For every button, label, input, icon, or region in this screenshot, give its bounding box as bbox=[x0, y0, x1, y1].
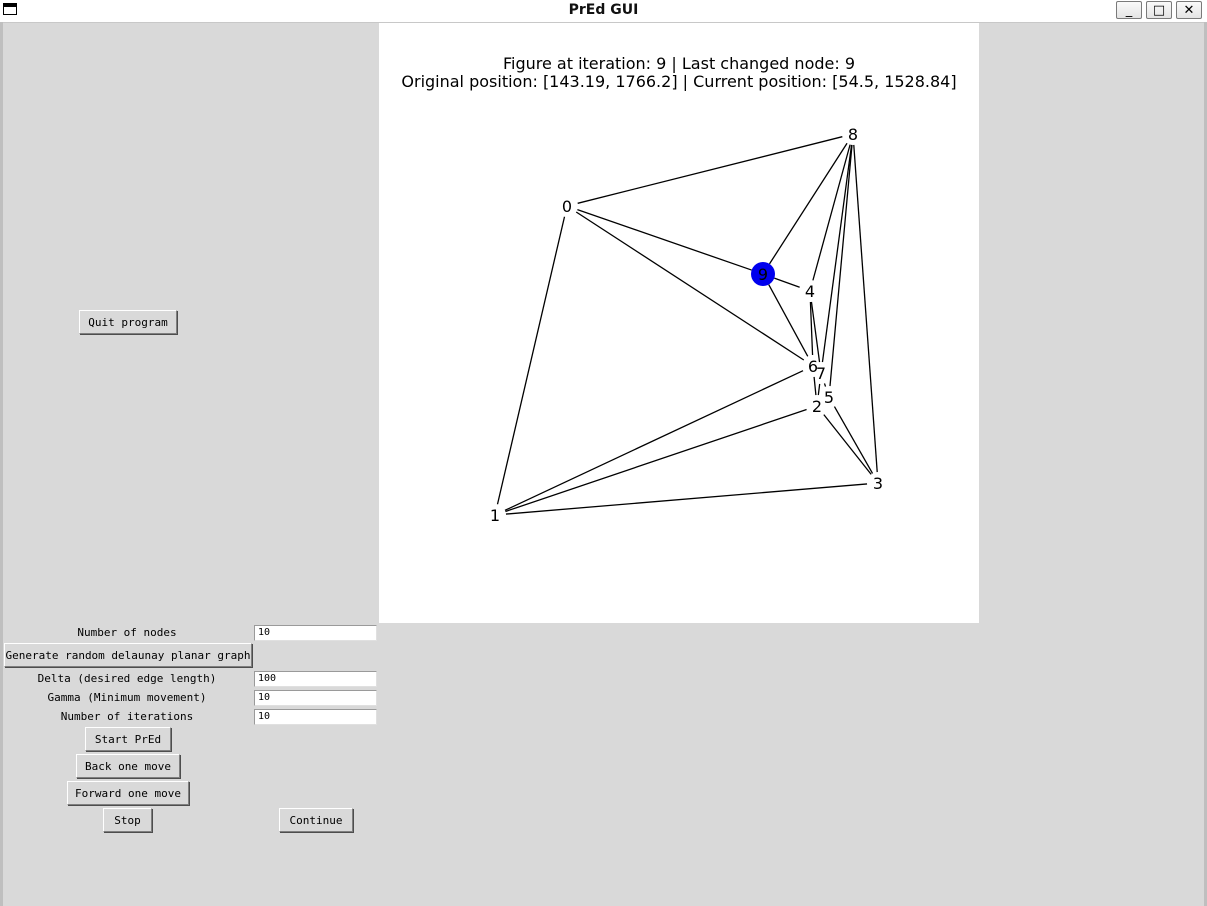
graph-node-label: 8 bbox=[848, 125, 858, 144]
graph-node-7: 7 bbox=[816, 364, 826, 383]
minimize-button[interactable]: _ bbox=[1116, 1, 1142, 19]
graph-plot: 0123456789 bbox=[490, 125, 883, 525]
graph-node-label: 2 bbox=[812, 397, 822, 416]
graph-edge-7-5 bbox=[823, 383, 827, 387]
graph-node-label: 1 bbox=[490, 506, 500, 525]
graph-edge-7-2 bbox=[817, 383, 821, 396]
graph-node-label: 4 bbox=[805, 282, 815, 301]
num-nodes-input[interactable]: 10 bbox=[254, 625, 377, 641]
graph-node-9: 9 bbox=[751, 262, 775, 286]
graph-edge-9-6 bbox=[768, 284, 809, 357]
graph-node-4: 4 bbox=[805, 282, 815, 301]
graph-edge-9-8 bbox=[768, 142, 848, 265]
graph-node-label: 0 bbox=[562, 197, 572, 216]
window-frame-left bbox=[0, 22, 3, 906]
continue-button[interactable]: Continue bbox=[279, 808, 353, 832]
graph-node-0: 0 bbox=[562, 197, 572, 216]
back-one-move-button[interactable]: Back one move bbox=[76, 754, 180, 778]
graph-edge-4-8 bbox=[812, 144, 851, 281]
start-pred-button[interactable]: Start PrEd bbox=[85, 727, 171, 751]
graph-node-2: 2 bbox=[812, 397, 822, 416]
delta-input[interactable]: 100 bbox=[254, 671, 377, 687]
graph-edge-6-1 bbox=[504, 370, 804, 511]
iterations-label: Number of iterations bbox=[60, 710, 194, 723]
graph-node-label: 7 bbox=[816, 364, 826, 383]
gamma-input[interactable]: 10 bbox=[254, 690, 377, 706]
forward-one-move-button[interactable]: Forward one move bbox=[67, 781, 189, 805]
graph-edge-0-1 bbox=[496, 216, 566, 505]
iterations-input[interactable]: 10 bbox=[254, 709, 377, 725]
close-button[interactable]: ✕ bbox=[1176, 1, 1202, 19]
delta-label: Delta (desired edge length) bbox=[37, 672, 217, 685]
graph-node-1: 1 bbox=[490, 506, 500, 525]
graph-edge-8-7 bbox=[821, 144, 853, 363]
graph-edge-0-9 bbox=[577, 208, 752, 271]
quit-button[interactable]: Quit program bbox=[79, 310, 177, 334]
graph-canvas: Figure at iteration: 9 | Last changed no… bbox=[379, 23, 979, 623]
graph-edge-5-3 bbox=[833, 406, 874, 474]
graph-edges bbox=[496, 136, 878, 515]
stop-button[interactable]: Stop bbox=[103, 808, 152, 832]
graph-edge-2-3 bbox=[823, 414, 872, 475]
graph-edge-8-3 bbox=[853, 144, 878, 473]
graph-edge-0-8 bbox=[577, 136, 843, 204]
graph-node-3: 3 bbox=[873, 474, 883, 493]
maximize-button[interactable]: □ bbox=[1146, 1, 1172, 19]
graph-edge-9-4 bbox=[774, 277, 800, 288]
graph-edge-2-1 bbox=[505, 408, 807, 513]
graph-node-8: 8 bbox=[848, 125, 858, 144]
title-bar: PrEd GUI _ □ ✕ bbox=[0, 0, 1207, 23]
graph-edge-8-5 bbox=[829, 144, 853, 387]
graph-edge-1-3 bbox=[505, 483, 868, 515]
graph-node-label: 5 bbox=[824, 388, 834, 407]
graph-node-label: 9 bbox=[758, 265, 768, 284]
gamma-label: Gamma (Minimum movement) bbox=[47, 691, 207, 704]
graph-node-label: 3 bbox=[873, 474, 883, 493]
window-title: PrEd GUI bbox=[568, 2, 639, 18]
generate-graph-button[interactable]: Generate random delaunay planar graph bbox=[4, 643, 252, 667]
num-nodes-label: Number of nodes bbox=[77, 626, 177, 639]
graph-node-5: 5 bbox=[824, 388, 834, 407]
